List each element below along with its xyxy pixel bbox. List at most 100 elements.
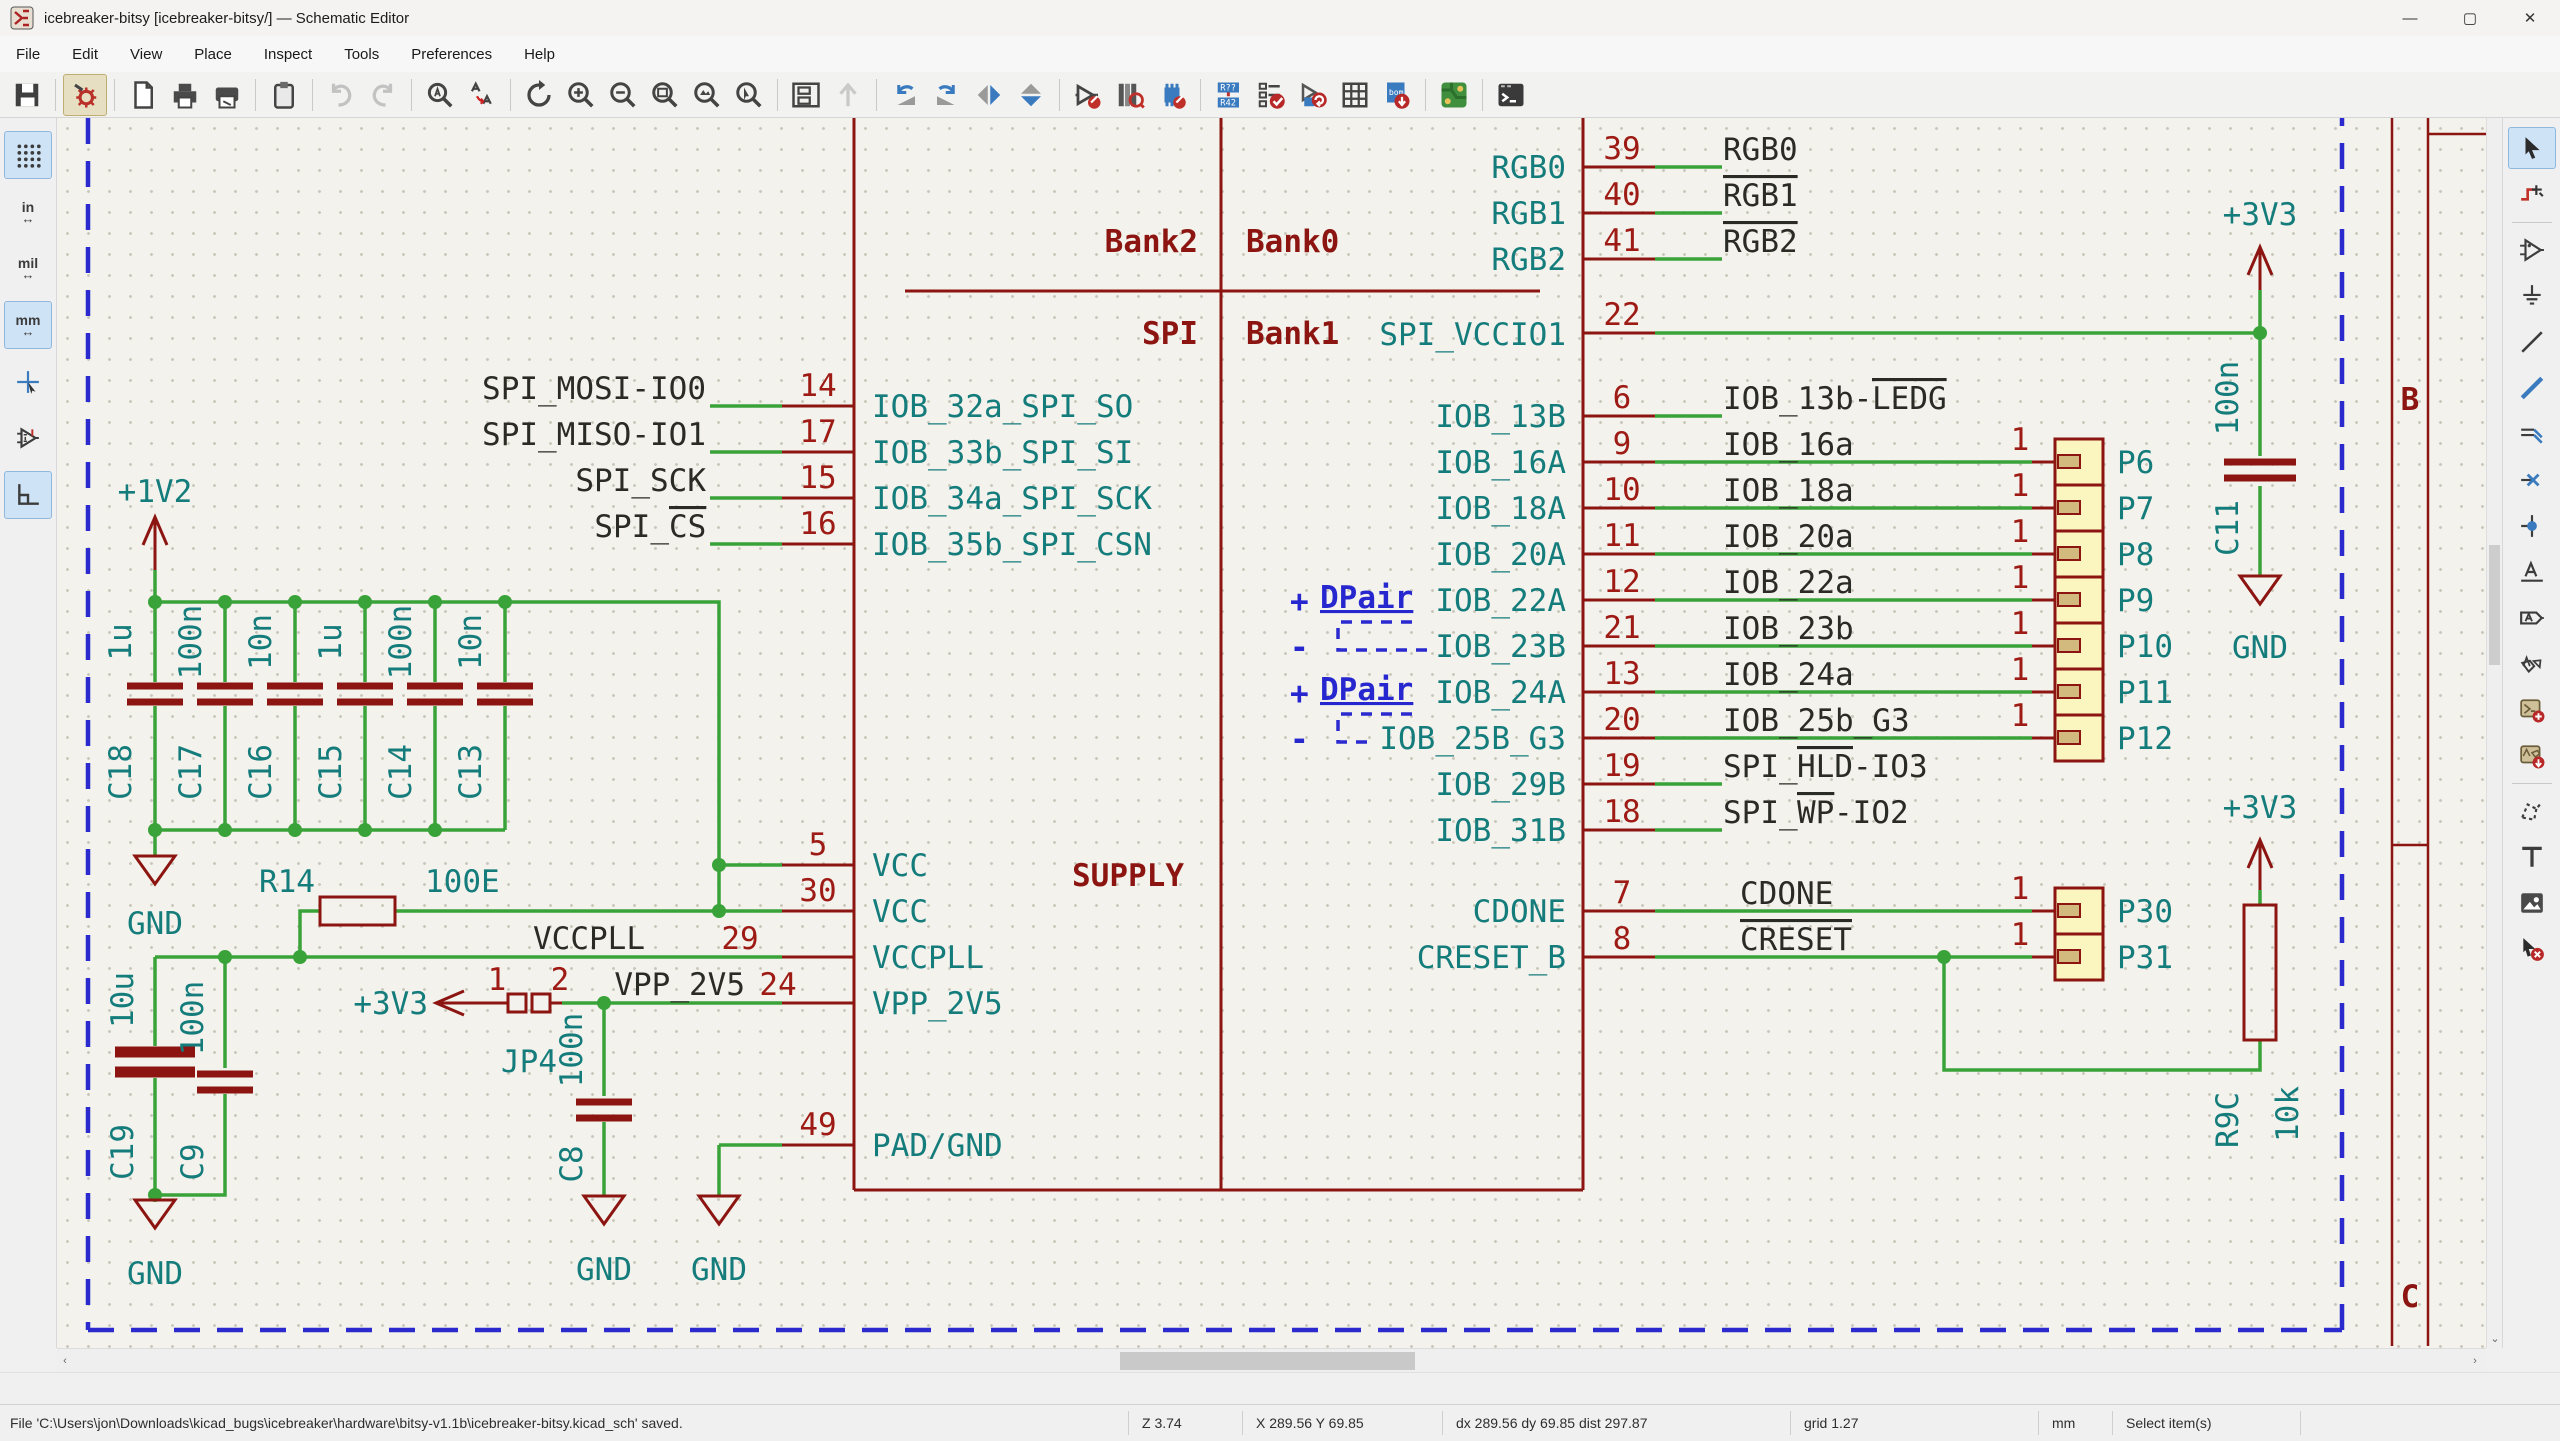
zoom-objects-button[interactable]: [686, 75, 728, 115]
draw-lines-button[interactable]: [2509, 791, 2555, 831]
draw-wire-button[interactable]: [2509, 322, 2555, 362]
maximize-button[interactable]: ▢: [2440, 0, 2500, 36]
mirror-v-button[interactable]: [1010, 75, 1052, 115]
horizontal-scrollbar-thumb[interactable]: [1120, 1352, 1415, 1370]
value: 100n: [383, 605, 419, 680]
zoom-selection-button[interactable]: [728, 75, 770, 115]
menu-help[interactable]: Help: [508, 46, 571, 63]
rotate-ccw-button[interactable]: [884, 75, 926, 115]
spi-label: SPI: [1142, 316, 1198, 352]
menu-edit[interactable]: Edit: [56, 46, 114, 63]
fields-table-button[interactable]: [1334, 75, 1376, 115]
undo-button[interactable]: [320, 75, 362, 115]
mirror-h-button[interactable]: [968, 75, 1010, 115]
ortho-drawing-button[interactable]: [4, 471, 52, 519]
cursor-shape-button[interactable]: [5, 359, 51, 405]
schematic-setup-button[interactable]: [63, 74, 107, 116]
resistor-r9c[interactable]: [2244, 905, 2276, 1040]
erc-button[interactable]: [1250, 75, 1292, 115]
pin-number: 12: [1603, 564, 1640, 600]
hidden-pins-button[interactable]: [5, 415, 51, 461]
minimize-button[interactable]: —: [2380, 0, 2440, 36]
refresh-button[interactable]: [518, 75, 560, 115]
scroll-right-icon[interactable]: ›: [2467, 1353, 2483, 1369]
no-connect-flag-button[interactable]: [2509, 460, 2555, 500]
connector-p30-p31[interactable]: [2032, 888, 2103, 980]
menu-file[interactable]: File: [0, 46, 56, 63]
select-tool-button[interactable]: [2508, 127, 2556, 169]
leave-sheet-button[interactable]: [827, 75, 869, 115]
zoom-out-button[interactable]: [602, 75, 644, 115]
net-label: IOB_13b-: [1723, 381, 1872, 417]
print-button[interactable]: [164, 75, 206, 115]
paste-button[interactable]: [263, 75, 305, 115]
find-replace-button[interactable]: [461, 75, 503, 115]
schematic-canvas[interactable]: B C Bank2 Bank0 SPI Bank1 SPI_VCCIO1 SUP…: [57, 118, 2486, 1348]
hierarchy-navigator-button[interactable]: [785, 75, 827, 115]
highlight-net-button[interactable]: [2509, 175, 2555, 215]
place-junction-button[interactable]: [2509, 506, 2555, 546]
place-image-button[interactable]: [2509, 883, 2555, 923]
page-settings-button[interactable]: [122, 75, 164, 115]
clipboard-icon: [269, 80, 299, 110]
menu-tools[interactable]: Tools: [328, 46, 395, 63]
footprint-editor-button[interactable]: [1151, 75, 1193, 115]
find-button[interactable]: [419, 75, 461, 115]
units-mm-button[interactable]: mm↔: [4, 301, 52, 349]
draw-bus-button[interactable]: [2509, 368, 2555, 408]
place-symbol-button[interactable]: [2509, 230, 2555, 270]
net-label-overline: RGB1: [1723, 178, 1798, 214]
pin-number: 17: [799, 414, 836, 450]
units-in-button[interactable]: in↔: [5, 189, 51, 235]
net-label-button[interactable]: [2509, 552, 2555, 592]
dpair-plus: +: [1290, 676, 1309, 712]
menu-view[interactable]: View: [114, 46, 178, 63]
save-button[interactable]: [6, 75, 48, 115]
place-power-port-button[interactable]: [2509, 276, 2555, 316]
zoom-page-button[interactable]: [644, 75, 686, 115]
horizontal-scrollbar[interactable]: ‹ ›: [57, 1348, 2486, 1373]
vertical-scrollbar[interactable]: ⌄: [2486, 118, 2503, 1348]
toggle-grid-button[interactable]: [4, 131, 52, 179]
menu-inspect[interactable]: Inspect: [248, 46, 328, 63]
import-sheet-pin-button[interactable]: [2509, 736, 2555, 776]
capacitors[interactable]: [115, 462, 2296, 1118]
scroll-down-icon[interactable]: ⌄: [2487, 1330, 2503, 1346]
dpair-minus: -: [1290, 722, 1309, 758]
library-browser-button[interactable]: [1109, 75, 1151, 115]
vertical-scrollbar-thumb[interactable]: [2489, 545, 2500, 665]
hierarchical-sheet-button[interactable]: [2509, 690, 2555, 730]
pin-name: VCC: [872, 848, 928, 884]
redo-button[interactable]: [362, 75, 404, 115]
pin-name: IOB_35b_SPI_CSN: [872, 527, 1152, 563]
rotate-cw-button[interactable]: [926, 75, 968, 115]
wires[interactable]: [155, 167, 2260, 1200]
net-label: VCCPLL: [533, 921, 645, 957]
conn-pin-number: 1: [2011, 917, 2030, 953]
hierarchical-label-button[interactable]: [2509, 644, 2555, 684]
plot-button[interactable]: [206, 75, 248, 115]
global-label-button[interactable]: [2509, 598, 2555, 638]
open-pcb-editor-button[interactable]: [1433, 75, 1475, 115]
scroll-left-icon[interactable]: ‹: [57, 1353, 73, 1369]
pin-name: VPP_2V5: [872, 986, 1003, 1022]
ref-des: C14: [383, 744, 419, 800]
menu-place[interactable]: Place: [178, 46, 248, 63]
delete-tool-button[interactable]: [2509, 929, 2555, 969]
symbol-editor-button[interactable]: [1067, 75, 1109, 115]
annotate-button[interactable]: R??R42: [1208, 75, 1250, 115]
zoom-out-icon: [608, 80, 638, 110]
wire-to-bus-entry-button[interactable]: [2509, 414, 2555, 454]
kicad-app-icon: [10, 6, 34, 30]
menu-preferences[interactable]: Preferences: [395, 46, 508, 63]
export-bom-button[interactable]: bom: [1376, 75, 1418, 115]
zoom-in-button[interactable]: [560, 75, 602, 115]
scripting-console-button[interactable]: [1490, 75, 1532, 115]
pin-name: RGB0: [1491, 150, 1566, 186]
connector-p6-p12[interactable]: [2032, 439, 2103, 761]
resistor-r14[interactable]: [320, 897, 395, 925]
place-text-button[interactable]: [2509, 837, 2555, 877]
close-button[interactable]: ✕: [2500, 0, 2560, 36]
units-mil-button[interactable]: mil↔: [5, 245, 51, 291]
update-symbols-button[interactable]: [1292, 75, 1334, 115]
